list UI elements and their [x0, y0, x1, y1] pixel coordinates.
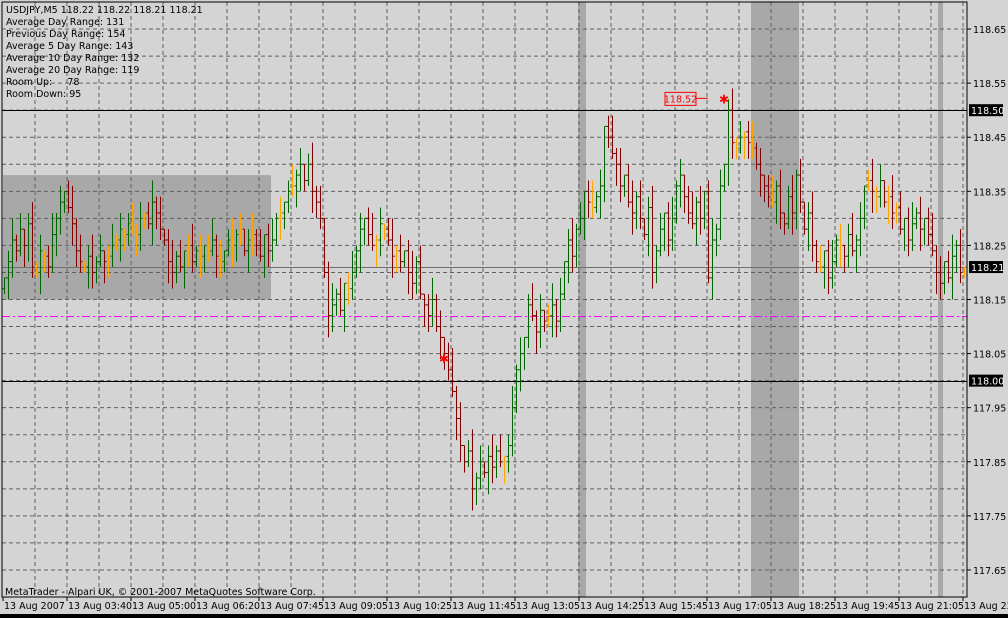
- y-tick-label: 117.75: [973, 512, 1006, 523]
- price-chart[interactable]: ✱ ✱ 118.52 118.65 118.55 118.45 118.35 118.25 1…: [0, 0, 1008, 618]
- bottom-border: [0, 614, 1008, 618]
- symbol-line: USDJPY,M5 118.22 118.22 118.21 118.21: [6, 5, 203, 16]
- info-line: Room Down: 95: [6, 89, 81, 100]
- y-tick-label: 118.15: [973, 296, 1006, 307]
- copyright-text: MetaTrader - Alpari UK, © 2001-2007 Meta…: [5, 587, 316, 598]
- x-tick-label: 13 Aug 06:20: [196, 601, 260, 612]
- y-tick-label: 118.55: [973, 79, 1006, 90]
- x-tick-label: 13 Aug 09:05: [324, 601, 388, 612]
- y-tick-label: 118.65: [973, 25, 1006, 36]
- x-tick-label: 13 Aug 14:25: [580, 601, 644, 612]
- y-tick-label: 117.85: [973, 458, 1006, 469]
- x-tick-label: 13 Aug 15:45: [644, 601, 708, 612]
- info-line: Room Up: 78: [6, 77, 79, 88]
- x-tick-label: 13 Aug 19:45: [836, 601, 900, 612]
- y-tick-label: 118.45: [973, 133, 1006, 144]
- x-tick-label: 13 Aug 22: [964, 601, 1008, 612]
- price-label: 118.52: [664, 94, 697, 105]
- chart-background: [0, 0, 1008, 618]
- x-tick-label: 13 Aug 07:45: [260, 601, 324, 612]
- x-tick-label: 13 Aug 17:05: [708, 601, 772, 612]
- star-marker-icon: ✱: [719, 92, 729, 106]
- x-tick-label: 13 Aug 18:25: [772, 601, 836, 612]
- x-tick-label: 13 Aug 21:05: [900, 601, 964, 612]
- y-tick-label: 118.25: [973, 241, 1006, 252]
- x-tick-label: 13 Aug 2007: [4, 601, 65, 612]
- x-tick-label: 13 Aug 13:05: [516, 601, 580, 612]
- info-line: Average 5 Day Range: 143: [6, 41, 133, 52]
- x-tick-label: 13 Aug 10:25: [388, 601, 452, 612]
- info-line: Average 20 Day Range: 119: [6, 65, 139, 76]
- x-tick-label: 13 Aug 03:40: [68, 601, 132, 612]
- y-tick-label: 117.95: [973, 404, 1006, 415]
- y-tick-label: 118.05: [973, 350, 1006, 361]
- x-tick-label: 13 Aug 11:45: [452, 601, 516, 612]
- info-line: Previous Day Range: 154: [6, 29, 125, 40]
- star-marker-icon: ✱: [439, 352, 449, 366]
- current-level-label: 118.00: [971, 377, 1004, 388]
- info-line: Average 10 Day Range: 132: [6, 53, 139, 64]
- info-line: Average Day Range: 131: [6, 17, 124, 28]
- y-tick-label: 117.65: [973, 566, 1006, 577]
- current-level-label: 118.21: [971, 263, 1004, 274]
- x-tick-label: 13 Aug 05:00: [132, 601, 196, 612]
- y-tick-label: 118.35: [973, 187, 1006, 198]
- current-level-label: 118.50: [971, 106, 1004, 117]
